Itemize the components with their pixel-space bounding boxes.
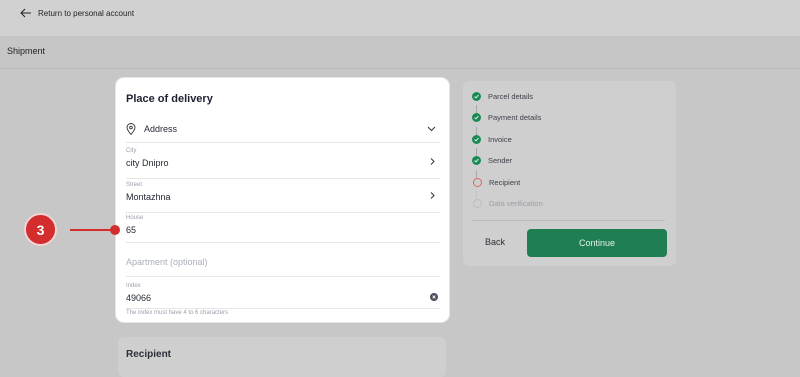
- step-parcel-details: Parcel details: [472, 90, 533, 102]
- back-button[interactable]: Back: [485, 237, 505, 247]
- return-link[interactable]: Return to personal account: [20, 8, 134, 18]
- location-pin-icon: [126, 123, 136, 135]
- apartment-placeholder: Apartment (optional): [126, 257, 208, 267]
- current-step-icon: [473, 177, 482, 187]
- pending-step-icon: [473, 198, 482, 208]
- continue-button[interactable]: Continue: [527, 229, 667, 257]
- step-invoice: Invoice: [472, 133, 512, 145]
- check-icon: [472, 134, 481, 144]
- street-label: Street: [126, 182, 143, 188]
- step-label: Sender: [488, 155, 513, 165]
- index-field[interactable]: Index 49066: [126, 282, 440, 309]
- city-field[interactable]: City city Dnipro: [126, 146, 440, 179]
- annotation-dot: [110, 225, 120, 235]
- return-link-label: Return to personal account: [38, 8, 135, 18]
- index-label: Index: [126, 283, 141, 289]
- page-title: Shipment: [7, 46, 46, 56]
- step-payment-details: Payment details: [472, 111, 541, 123]
- chevron-right-icon: [430, 192, 435, 199]
- arrow-left-icon: [20, 8, 31, 18]
- step-data-verification: Data verification: [473, 197, 543, 209]
- clear-icon[interactable]: [430, 293, 438, 301]
- sub-bar: Shipment: [0, 36, 800, 69]
- apartment-field[interactable]: Apartment (optional): [126, 248, 440, 277]
- step-label: Recipient: [489, 177, 521, 187]
- divider: [472, 220, 665, 221]
- recipient-card: Recipient: [118, 337, 446, 377]
- check-icon: [472, 112, 481, 122]
- index-value: 49066: [126, 293, 152, 303]
- house-label: House: [126, 215, 144, 221]
- city-value: city Dnipro: [126, 158, 169, 168]
- chevron-right-icon: [430, 158, 435, 165]
- step-label: Payment details: [488, 112, 542, 122]
- delivery-card: Place of delivery Address City city Dnip…: [116, 78, 449, 322]
- house-value: 65: [126, 225, 137, 235]
- check-icon: [472, 91, 481, 101]
- continue-label: Continue: [578, 238, 616, 248]
- chevron-down-icon: [427, 126, 436, 132]
- step-label: Invoice: [488, 134, 512, 144]
- step-label: Data verification: [489, 198, 543, 208]
- annotation-badge: 3: [24, 213, 57, 246]
- delivery-method-value: Address: [144, 124, 178, 134]
- city-label: City: [126, 148, 137, 154]
- street-value: Montazhna: [126, 192, 171, 202]
- progress-panel: Parcel details Payment details Invoice S…: [463, 81, 676, 266]
- recipient-title: Recipient: [126, 349, 172, 360]
- check-icon: [472, 155, 481, 165]
- delivery-title: Place of delivery: [126, 93, 213, 105]
- step-recipient: Recipient: [473, 176, 520, 188]
- top-bar: Return to personal account: [0, 0, 800, 36]
- street-field[interactable]: Street Montazhna: [126, 180, 440, 213]
- step-label: Parcel details: [488, 91, 534, 101]
- step-sender: Sender: [472, 154, 512, 166]
- annotation-number: 3: [36, 221, 45, 238]
- house-field[interactable]: House 65: [126, 214, 440, 243]
- delivery-method-select[interactable]: Address: [126, 118, 440, 143]
- index-hint: The index must have 4 to 6 characters: [126, 310, 229, 316]
